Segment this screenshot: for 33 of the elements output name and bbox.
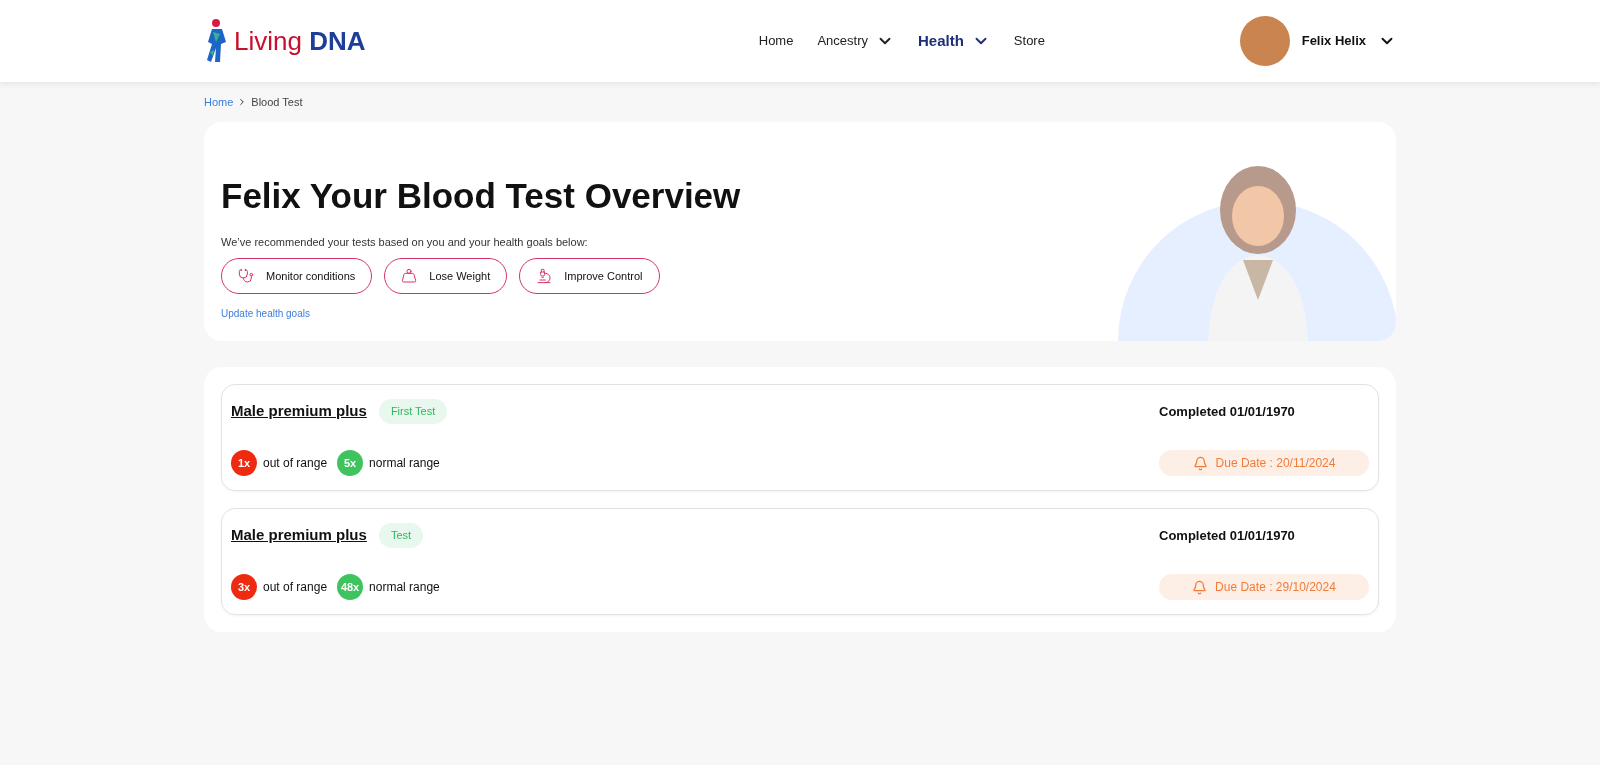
- logo-text[interactable]: Living DNA: [234, 21, 366, 61]
- out-of-range-count: 3x: [231, 574, 257, 600]
- avatar[interactable]: [1239, 16, 1290, 66]
- due-date-badge: Due Date : 20/11/2024: [1159, 450, 1369, 476]
- test-tag: First Test: [378, 399, 448, 424]
- nav-link[interactable]: Home: [758, 31, 794, 51]
- nav-link[interactable]: Health: [918, 29, 990, 53]
- completed-date: Completed 01/01/1970: [1159, 402, 1296, 421]
- bell-icon: [1192, 579, 1208, 595]
- out-of-range-label: out of range: [263, 455, 328, 472]
- test-name-link[interactable]: Male premium plus: [231, 524, 367, 547]
- test-name-link[interactable]: Male premium plus: [231, 400, 367, 423]
- normal-range-label: normal range: [369, 579, 440, 596]
- subtitle: We’ve recommended your tests based on you and your health goals below:: [221, 234, 589, 250]
- breadcrumb-link[interactable]: Home: [204, 93, 234, 111]
- stethoscope-icon: [238, 268, 254, 285]
- microscope-icon: [536, 268, 553, 285]
- test-tag: Test: [378, 523, 424, 548]
- completed-date: Completed 01/01/1970: [1159, 526, 1296, 545]
- page-title: Felix Your Blood Test Overview: [221, 175, 742, 217]
- normal-range-count: 48x: [337, 574, 364, 600]
- breadcrumb-current: Blood Test: [251, 94, 303, 110]
- user-name[interactable]: Felix Helix: [1301, 31, 1366, 51]
- bell-icon: [1192, 455, 1208, 471]
- nav-link[interactable]: Store: [1013, 31, 1045, 51]
- due-date-badge: Due Date : 29/10/2024: [1159, 574, 1369, 600]
- normal-range-label: normal range: [369, 455, 440, 472]
- scale-icon: [401, 268, 418, 285]
- update-goals-link[interactable]: Update health goals: [221, 306, 1096, 322]
- nav-link[interactable]: Ancestry: [817, 31, 894, 51]
- out-of-range-label: out of range: [263, 579, 328, 596]
- out-of-range-count: 1x: [231, 450, 257, 476]
- normal-range-count: 5x: [337, 450, 364, 476]
